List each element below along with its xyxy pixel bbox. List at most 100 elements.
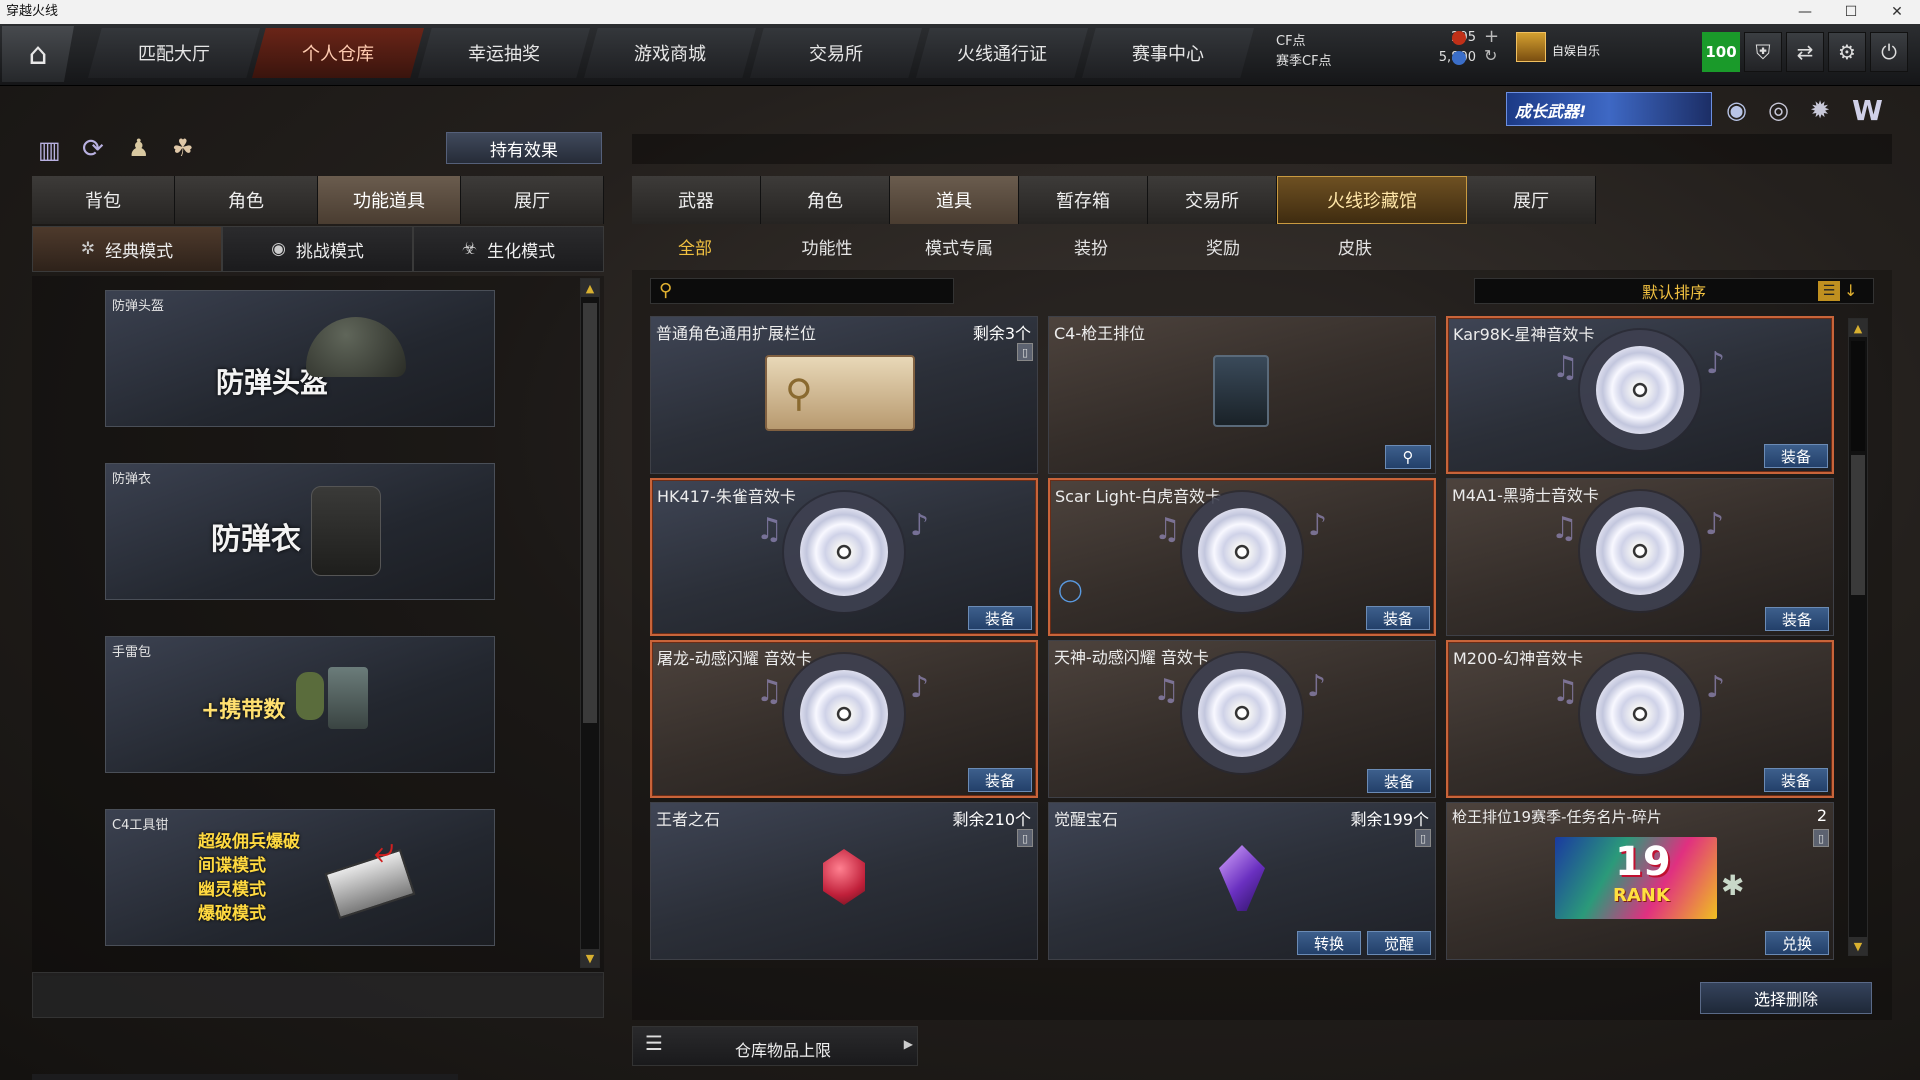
star-badge-icon[interactable]: ✹ <box>1810 96 1830 124</box>
select-delete-button[interactable]: 选择删除 <box>1700 982 1872 1014</box>
expand-arrow-icon[interactable]: ▶ <box>904 1037 913 1051</box>
character-icon[interactable]: ♟ <box>128 134 150 162</box>
gear-icon[interactable]: ⚙ <box>1828 32 1866 72</box>
subtab-functional[interactable]: 功能性 <box>762 226 892 266</box>
redeem-button[interactable]: 兑换 <box>1765 931 1829 955</box>
subtab-skins[interactable]: 皮肤 <box>1290 226 1420 266</box>
trash-icon[interactable]: ▯ <box>1017 343 1033 361</box>
subtab-all[interactable]: 全部 <box>630 226 760 266</box>
nav-tab-shop[interactable]: 游戏商城 <box>584 28 756 78</box>
tab-trade[interactable]: 交易所 <box>1148 176 1277 224</box>
mode-challenge[interactable]: ◉ 挑战模式 <box>222 226 413 272</box>
music-note-icon: ♫ <box>1552 350 1579 385</box>
mode-classic[interactable]: ✲ 经典模式 <box>32 226 222 272</box>
effects-button[interactable]: 持有效果 <box>446 132 602 164</box>
tab-function-items[interactable]: 功能道具 <box>318 176 461 224</box>
item-card[interactable]: M4A1-黑骑士音效卡 ♫ ♪ 装备 <box>1446 478 1834 636</box>
globe-icon[interactable]: ◎ <box>1768 96 1789 124</box>
switch-icon[interactable]: ⇄ <box>1786 32 1824 72</box>
tab-weapons[interactable]: 武器 <box>632 176 761 224</box>
item-card[interactable]: Kar98K-星神音效卡 ♫ ♪ 装备 <box>1446 316 1834 474</box>
awaken-button[interactable]: 觉醒 <box>1367 931 1431 955</box>
storage-limit-bar[interactable]: ☰ 仓库物品上限 ▶ <box>632 1026 918 1066</box>
nav-tab-warehouse[interactable]: 个人仓库 <box>252 28 424 78</box>
nav-tab-match-lobby[interactable]: 匹配大厅 <box>88 28 260 78</box>
item-card[interactable]: 普通角色通用扩展栏位 剩余3个 ▯ ⚲ <box>650 316 1038 474</box>
item-card[interactable]: C4-枪王排位 ⚲ <box>1048 316 1436 474</box>
subtab-outfits[interactable]: 装扮 <box>1026 226 1156 266</box>
item-card[interactable]: 天神-动感闪耀 音效卡 ♫ ♪ 装备 <box>1048 640 1436 798</box>
nav-tab-lottery[interactable]: 幸运抽奖 <box>418 28 590 78</box>
nav-tab-events[interactable]: 赛事中心 <box>1082 28 1254 78</box>
right-scrollbar[interactable]: ▲ ▼ <box>1848 318 1868 956</box>
item-card-grenade-pack[interactable]: 手雷包 +携带数 <box>105 636 495 773</box>
trash-icon[interactable]: ▯ <box>1415 829 1431 847</box>
growth-weapon-banner[interactable]: 成长武器! <box>1506 92 1712 126</box>
scroll-down-icon[interactable]: ▼ <box>581 949 599 967</box>
maximize-icon[interactable]: ☐ <box>1828 0 1874 24</box>
tab-storage-box[interactable]: 暂存箱 <box>1019 176 1148 224</box>
convert-button[interactable]: 转换 <box>1297 931 1361 955</box>
tab-gallery[interactable]: 展厅 <box>1467 176 1596 224</box>
scroll-up-icon[interactable]: ▲ <box>581 279 599 297</box>
item-card-vest[interactable]: 防弹衣 防弹衣 <box>105 463 495 600</box>
trash-icon[interactable]: ▯ <box>1017 829 1033 847</box>
item-card[interactable]: Scar Light-白虎音效卡 ♫ ♪ ◯ 装备 <box>1048 478 1436 636</box>
equip-button[interactable]: 装备 <box>968 606 1032 630</box>
season-cf-label: 赛季CF点 <box>1276 54 1332 69</box>
item-card[interactable]: 枪王排位19赛季-任务名片-碎片 2 ▯ 19 RANK ✱ 兑换 <box>1446 802 1834 960</box>
sort-direction-icon[interactable]: ↓ <box>1844 281 1860 301</box>
subtab-rewards[interactable]: 奖励 <box>1158 226 1288 266</box>
scroll-thumb[interactable] <box>1851 455 1865 595</box>
item-card[interactable]: 屠龙-动感闪耀 音效卡 ♫ ♪ 装备 <box>650 640 1038 798</box>
power-icon[interactable]: ⏻ <box>1870 32 1908 72</box>
equip-button[interactable]: 装备 <box>1765 607 1829 631</box>
history-icon[interactable]: ⟳ <box>82 134 104 164</box>
item-card[interactable]: HK417-朱雀音效卡 ♫ ♪ 装备 <box>650 478 1038 636</box>
search-input[interactable] <box>681 281 949 301</box>
home-icon[interactable]: ⌂ <box>2 26 74 82</box>
preview-button[interactable]: ⚲ <box>1385 445 1431 469</box>
close-icon[interactable]: ✕ <box>1874 0 1920 24</box>
tab-character[interactable]: 角色 <box>175 176 318 224</box>
equip-button[interactable]: 装备 <box>968 768 1032 792</box>
equip-button[interactable]: 装备 <box>1764 444 1828 468</box>
equip-button[interactable]: 装备 <box>1366 606 1430 630</box>
tab-backpack[interactable]: 背包 <box>32 176 175 224</box>
scroll-down-icon[interactable]: ▼ <box>1849 937 1867 955</box>
disc-icon <box>1596 507 1684 595</box>
scroll-up-icon[interactable]: ▲ <box>1849 319 1867 337</box>
left-scrollbar[interactable]: ▲ ▼ <box>580 278 600 968</box>
minimize-icon[interactable]: — <box>1782 0 1828 24</box>
tab-showroom[interactable]: 展厅 <box>461 176 604 224</box>
subtab-mode-exclusive[interactable]: 模式专属 <box>894 226 1024 266</box>
tab-roles[interactable]: 角色 <box>761 176 890 224</box>
equip-button[interactable]: 装备 <box>1367 769 1431 793</box>
item-card[interactable]: M200-幻神音效卡 ♫ ♪ 装备 <box>1446 640 1834 798</box>
list-view-icon[interactable]: ☰ <box>1818 281 1840 301</box>
item-card[interactable]: 觉醒宝石 剩余199个 ▯ 转换 觉醒 <box>1048 802 1436 960</box>
sort-dropdown[interactable]: 默认排序 <box>1474 278 1874 304</box>
scroll-thumb[interactable] <box>583 303 597 723</box>
add-cf-icon[interactable]: + <box>1484 26 1499 47</box>
nav-tab-exchange[interactable]: 交易所 <box>750 28 922 78</box>
bag-icon[interactable]: ☘ <box>172 134 194 162</box>
item-card[interactable]: 王者之石 剩余210个 ▯ <box>650 802 1038 960</box>
refresh-icon[interactable]: ↻ <box>1484 46 1497 65</box>
tab-props[interactable]: 道具 <box>890 176 1019 224</box>
tab-collection[interactable]: 火线珍藏馆 <box>1277 176 1467 224</box>
mode-zombie[interactable]: ☣ 生化模式 <box>413 226 604 272</box>
level-badge[interactable]: 100 <box>1702 32 1740 72</box>
equip-button[interactable]: 装备 <box>1764 768 1828 792</box>
vip-icon[interactable]: W <box>1852 94 1883 127</box>
stats-icon[interactable]: ▥ <box>38 136 61 164</box>
search-box[interactable]: ⚲ <box>650 278 954 304</box>
item-card-c4-pliers[interactable]: C4工具钳 超级佣兵爆破 间谍模式 幽灵模式 爆破模式 ⤶ <box>105 809 495 946</box>
window-titlebar: 穿越火线 — ☐ ✕ <box>0 0 1920 24</box>
nav-tab-pass[interactable]: 火线通行证 <box>916 28 1088 78</box>
item-card-helmet[interactable]: 防弹头盔 防弹头盔 <box>105 290 495 427</box>
shield-icon[interactable]: ⛨ <box>1744 32 1782 72</box>
emblem-icon[interactable]: ◉ <box>1726 96 1747 124</box>
purple-gem-icon <box>1219 845 1265 911</box>
trash-icon[interactable]: ▯ <box>1813 829 1829 847</box>
